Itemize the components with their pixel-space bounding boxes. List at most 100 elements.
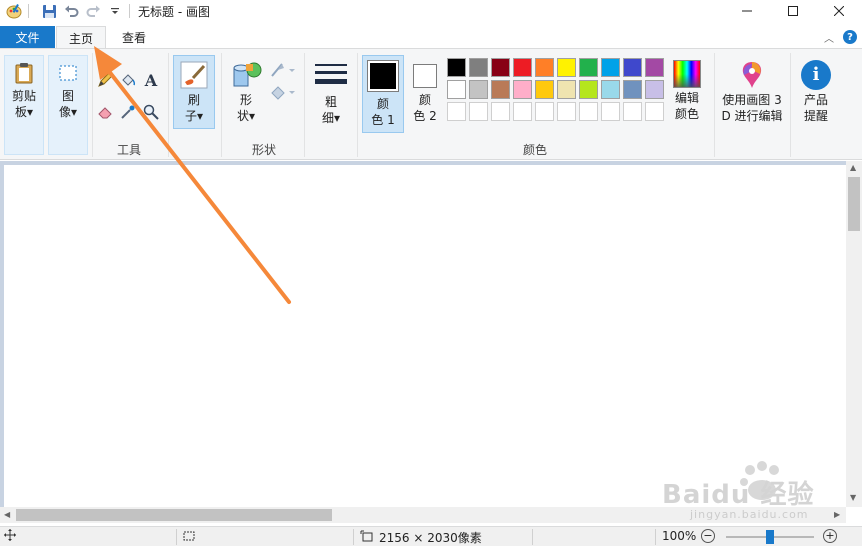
drawing-canvas[interactable] [4, 165, 846, 507]
product-alert-label-1: 产品 [803, 93, 828, 107]
palette-swatch[interactable] [513, 58, 532, 77]
clipboard-label-2: 板▾ [14, 105, 34, 119]
title-separator [129, 4, 130, 18]
minimize-icon [742, 10, 752, 12]
clipboard-icon [13, 62, 35, 84]
palette-swatch[interactable] [623, 80, 642, 99]
size-button[interactable]: 粗 细▾ [309, 55, 353, 135]
maximize-button[interactable] [770, 0, 816, 22]
eraser-icon[interactable] [96, 103, 114, 121]
zoom-out-icon[interactable]: − [701, 529, 715, 543]
palette-swatch[interactable] [601, 80, 620, 99]
palette-swatch[interactable] [535, 58, 554, 77]
palette-swatch[interactable] [469, 58, 488, 77]
colors-group-label: 颜色 [522, 143, 547, 157]
zoom-slider-thumb[interactable] [766, 530, 774, 544]
clipboard-label-1: 剪贴 [11, 89, 36, 103]
scroll-up-icon[interactable]: ▲ [850, 163, 856, 172]
palette-swatch[interactable] [469, 80, 488, 99]
tab-view[interactable]: 查看 [110, 26, 158, 48]
palette-swatch[interactable] [623, 58, 642, 77]
palette-swatch[interactable] [447, 80, 466, 99]
customize-toolbar-icon[interactable] [107, 3, 123, 19]
zoom-level: 100% [662, 529, 697, 543]
scroll-left-icon[interactable]: ◀ [4, 510, 10, 519]
palette-swatch[interactable] [513, 80, 532, 99]
vertical-scrollbar[interactable]: ▲ ▼ [846, 161, 862, 507]
text-icon[interactable]: A [142, 71, 160, 90]
minimize-button[interactable] [724, 0, 770, 22]
close-button[interactable] [816, 0, 862, 22]
product-alert-label-2: 提醒 [803, 109, 828, 123]
pencil-icon[interactable] [96, 71, 114, 89]
color1-button[interactable]: 颜 色 1 [362, 55, 404, 133]
palette-swatch[interactable] [447, 58, 466, 77]
collapse-ribbon-icon[interactable]: ︿ [822, 30, 836, 45]
fill-shape-icon[interactable] [270, 83, 296, 101]
outline-icon[interactable] [270, 61, 296, 79]
image-label-1: 图 [61, 89, 74, 103]
palette-swatch[interactable] [645, 58, 664, 77]
group-separator [357, 53, 358, 157]
palette-swatch[interactable] [535, 80, 554, 99]
fill-icon[interactable] [119, 71, 137, 89]
tab-home[interactable]: 主页 [56, 26, 106, 49]
palette-custom-slot[interactable] [557, 102, 576, 121]
color1-swatch [370, 63, 396, 89]
zoom-slider-track[interactable] [726, 530, 814, 544]
palette-swatch[interactable] [645, 80, 664, 99]
paint3d-button[interactable]: 使用画图 3 D 进行编辑 [718, 55, 786, 135]
palette-custom-slot[interactable] [469, 102, 488, 121]
info-icon: i [801, 60, 831, 90]
ribbon-home: 剪贴 板▾ 图 像▾ A 工具 刷 子▾ 形 状▾ 形状 粗 细▾ 颜 色 1 … [0, 48, 862, 160]
palette-custom-slot[interactable] [491, 102, 510, 121]
palette-swatch[interactable] [579, 80, 598, 99]
palette-custom-slot[interactable] [535, 102, 554, 121]
horizontal-scroll-thumb[interactable] [16, 509, 332, 521]
scroll-right-icon[interactable]: ▶ [834, 510, 840, 519]
shapes-button[interactable]: 形 状▾ [226, 55, 266, 135]
palette-custom-slot[interactable] [623, 102, 642, 121]
edit-colors-label-1: 编辑 [674, 91, 699, 105]
brush-button[interactable]: 刷 子▾ [173, 55, 215, 129]
palette-swatch[interactable] [601, 58, 620, 77]
redo-icon[interactable] [85, 3, 101, 19]
clipboard-button[interactable]: 剪贴 板▾ [4, 55, 44, 155]
palette-custom-slot[interactable] [645, 102, 664, 121]
save-icon[interactable] [41, 3, 57, 19]
palette-custom-slot[interactable] [447, 102, 466, 121]
status-separator [176, 529, 177, 545]
edit-colors-button[interactable]: 编辑 颜色 [668, 55, 706, 135]
ribbon-tabs: 文件 主页 查看 ︿ ? [0, 26, 862, 49]
vertical-scroll-thumb[interactable] [848, 177, 860, 231]
group-separator [221, 53, 222, 157]
tab-file[interactable]: 文件 [0, 26, 55, 48]
palette-swatch[interactable] [579, 58, 598, 77]
help-icon[interactable]: ? [843, 30, 857, 44]
paint-app-icon[interactable] [6, 3, 22, 19]
color1-frame [367, 60, 399, 92]
palette-swatch[interactable] [557, 80, 576, 99]
magnifier-icon[interactable] [142, 103, 160, 121]
color2-label-2: 色 2 [413, 109, 437, 123]
close-icon [834, 6, 844, 16]
shapes-label-1: 形 [239, 93, 252, 107]
palette-custom-slot[interactable] [513, 102, 532, 121]
color-picker-icon[interactable] [119, 103, 137, 121]
undo-icon[interactable] [63, 3, 79, 19]
paint3d-icon [738, 60, 766, 90]
scroll-down-icon[interactable]: ▼ [850, 493, 856, 502]
palette-custom-slot[interactable] [579, 102, 598, 121]
color1-label-2: 色 1 [371, 113, 395, 127]
image-button[interactable]: 图 像▾ [48, 55, 88, 155]
zoom-in-icon[interactable]: + [823, 529, 837, 543]
palette-swatch[interactable] [557, 58, 576, 77]
palette-custom-slot[interactable] [601, 102, 620, 121]
palette-swatch[interactable] [491, 58, 510, 77]
product-alert-button[interactable]: i 产品 提醒 [795, 55, 837, 135]
watermark-url: jingyan.baidu.com [690, 508, 809, 521]
palette-swatch[interactable] [491, 80, 510, 99]
size-label-1: 粗 [324, 95, 337, 109]
color2-button[interactable]: 颜 色 2 [405, 55, 445, 133]
rainbow-icon [673, 60, 701, 88]
